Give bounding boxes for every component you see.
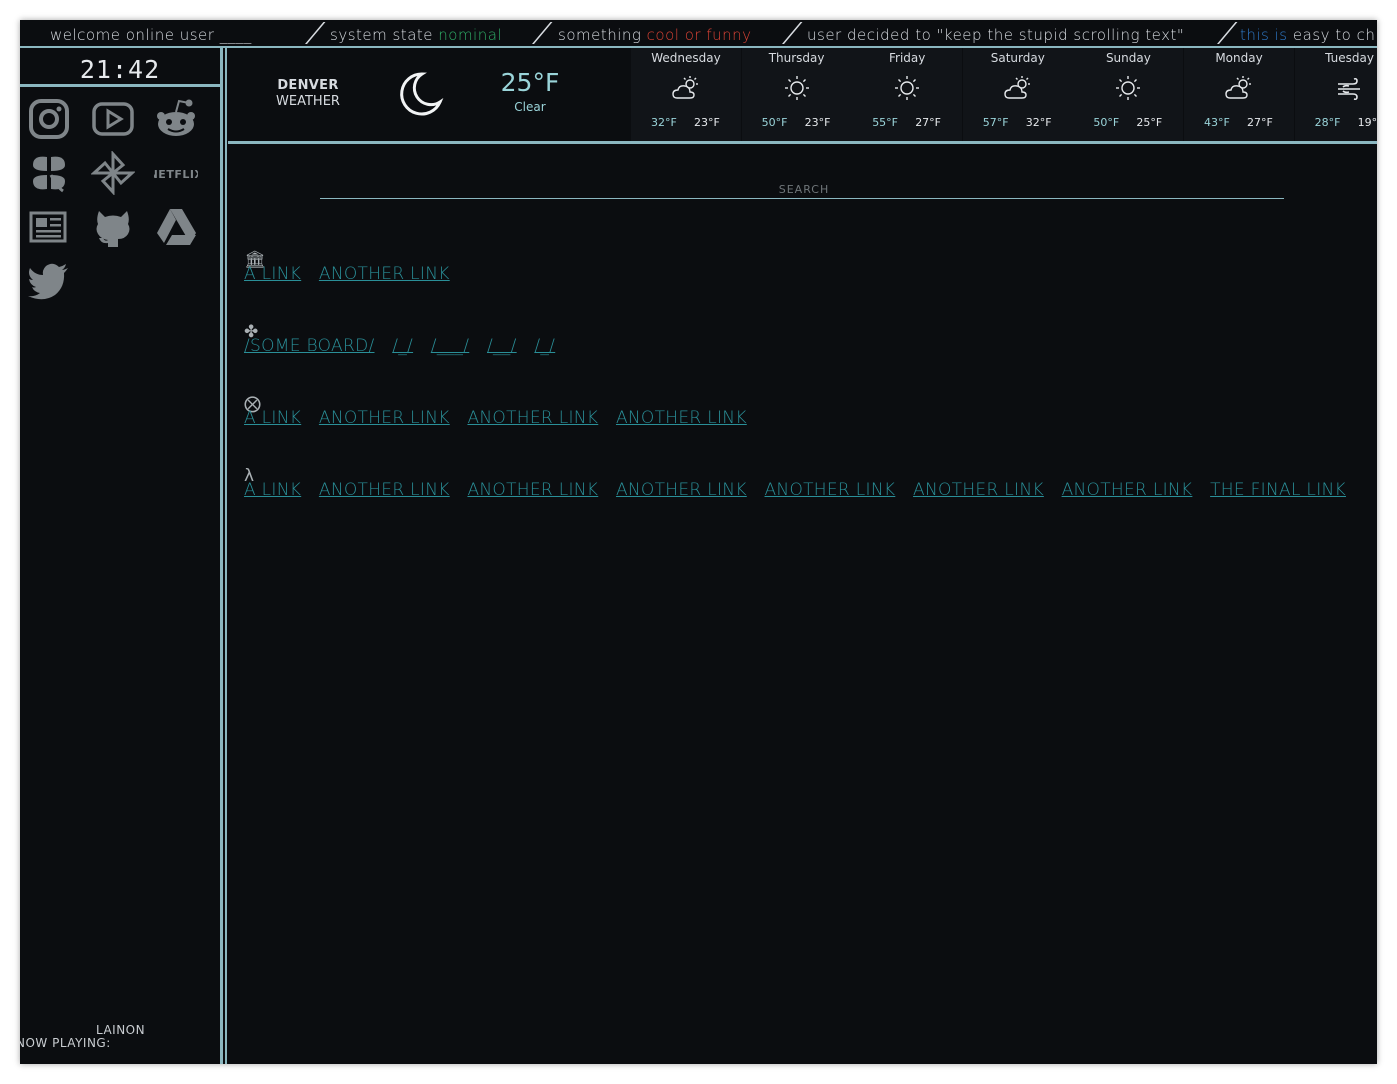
twitter-icon[interactable]: [27, 259, 71, 303]
current-temperature: 25°F: [500, 68, 560, 97]
bookmark-link[interactable]: ANOTHER LINK: [913, 480, 1044, 500]
netflix-icon[interactable]: NETFLIX: [154, 151, 198, 195]
ticker-separator: [1217, 22, 1238, 44]
svg-text:NETFLIX: NETFLIX: [154, 168, 198, 181]
forecast-day-name: Thursday: [768, 51, 825, 65]
sidebar: 21:42 NETFLIX LAINON NOW PLAYING:: [20, 48, 220, 1064]
clock: 21:42: [79, 55, 161, 84]
forecast-day-name: Tuesday: [1325, 51, 1374, 65]
weather-city: DENVER: [277, 78, 339, 93]
ticker-separator: [532, 22, 553, 44]
sun-icon: [1113, 74, 1143, 102]
pinwheel-icon[interactable]: [91, 151, 135, 195]
github-icon[interactable]: [91, 205, 135, 249]
bookmark-link[interactable]: A LINK: [244, 408, 301, 428]
bookmark-link[interactable]: ANOTHER LINK: [467, 408, 598, 428]
bookmark-link[interactable]: ANOTHER LINK: [467, 480, 598, 500]
forecast-day: Friday 55°F 27°F: [852, 48, 963, 142]
forecast-high: 28°F: [1314, 116, 1341, 129]
reddit-icon[interactable]: [154, 97, 198, 141]
ticker-message: something cool or funny: [558, 26, 752, 44]
weather-widget: DENVER WEATHER 25°F Clear Wednesday 32°F 2…: [228, 48, 1377, 142]
link-list: /SOME BOARD/ /_/ /___/ /__/ /_/: [236, 334, 1376, 358]
partly-cloudy-icon: [671, 74, 701, 102]
forecast-day: Tuesday 28°F 19°F: [1294, 48, 1377, 142]
bookmark-link[interactable]: /_/: [534, 336, 555, 356]
wind-icon: [1335, 74, 1365, 102]
forecast-high: 50°F: [1093, 116, 1120, 129]
partly-cloudy-icon: [1003, 74, 1033, 102]
forecast-high: 43°F: [1204, 116, 1230, 129]
link-list: A LINK ANOTHER LINK ANOTHER LINK ANOTHER…: [236, 478, 1376, 502]
bookmark-link[interactable]: ANOTHER LINK: [765, 480, 896, 500]
bookmark-link[interactable]: THE FINAL LINK: [1210, 480, 1346, 500]
bookmark-link[interactable]: ANOTHER LINK: [319, 408, 450, 428]
bookmark-link[interactable]: /__/: [487, 336, 517, 356]
now-playing-label: NOW PLAYING:: [20, 1036, 111, 1050]
forecast-day: Thursday 50°F 23°F: [741, 48, 852, 142]
4chan-clover-icon[interactable]: [27, 151, 71, 195]
now-playing-title: LAINON: [96, 1023, 146, 1037]
forecast-high: 55°F: [872, 116, 899, 129]
main-panel: 🏛A LINK ANOTHER LINK ✤/SOME BOARD/ /_/ /…: [228, 144, 1377, 1064]
bookmark-link[interactable]: /_/: [392, 336, 413, 356]
link-list: A LINK ANOTHER LINK ANOTHER LINK ANOTHER…: [236, 406, 1376, 430]
bookmark-link[interactable]: ANOTHER LINK: [319, 264, 450, 284]
bookmark-link[interactable]: A LINK: [244, 480, 301, 500]
weather-location: DENVER WEATHER: [258, 78, 358, 110]
forecast-day-name: Wednesday: [651, 51, 721, 65]
bookmark-link[interactable]: ANOTHER LINK: [1062, 480, 1193, 500]
ticker-separator: [782, 22, 803, 44]
forecast-low: 32°F: [1025, 116, 1052, 129]
startpage-window: welcome online user ____ system state nom…: [20, 20, 1377, 1064]
forecast-low: 23°F: [804, 116, 831, 129]
forecast-low: 25°F: [1136, 116, 1163, 129]
forecast-high: 32°F: [651, 116, 677, 129]
sidebar-divider-inner: [225, 48, 227, 1064]
current-condition: Clear: [514, 100, 546, 114]
clock-divider: [20, 84, 220, 87]
forecast-day-name: Monday: [1215, 51, 1263, 65]
scrolling-ticker: welcome online user ____ system state nom…: [20, 20, 1377, 46]
ticker-message: system state nominal: [330, 26, 503, 44]
ticker-message: this is easy to ch: [1240, 26, 1376, 44]
ticker-separator: [305, 22, 326, 44]
instagram-icon[interactable]: [27, 97, 71, 141]
search-bar: [320, 178, 1288, 201]
moon-icon: [396, 70, 444, 118]
search-input[interactable]: [320, 178, 1288, 201]
forecast-day: Monday 43°F 27°F: [1184, 48, 1294, 142]
partly-cloudy-icon: [1224, 74, 1254, 102]
forecast-day: Wednesday 32°F 23°F: [631, 48, 741, 142]
bookmark-link[interactable]: /SOME BOARD/: [244, 336, 375, 356]
sidebar-divider: [220, 48, 223, 1064]
link-list: A LINK ANOTHER LINK: [236, 262, 1376, 286]
forecast-low: 23°F: [694, 116, 720, 129]
sun-icon: [782, 74, 812, 102]
forecast-low: 27°F: [915, 116, 942, 129]
youtube-icon[interactable]: [91, 97, 135, 141]
bookmark-link[interactable]: ANOTHER LINK: [616, 408, 747, 428]
google-drive-icon[interactable]: [154, 205, 198, 249]
bookmark-link[interactable]: ANOTHER LINK: [319, 480, 450, 500]
forecast-low: 19°F: [1357, 116, 1377, 129]
bookmark-link[interactable]: A LINK: [244, 264, 301, 284]
ticker-message: welcome online user ____: [50, 26, 252, 44]
bookmark-link[interactable]: /___/: [431, 336, 469, 356]
weather-label: WEATHER: [276, 94, 340, 109]
forecast-day-name: Sunday: [1105, 51, 1151, 65]
ticker-message: user decided to "keep the stupid scrolli…: [807, 26, 1185, 44]
forecast-day: Saturday 57°F 32°F: [962, 48, 1073, 142]
forecast-day: Sunday 50°F 25°F: [1073, 48, 1184, 142]
sun-icon: [892, 74, 922, 102]
forecast-day-name: Saturday: [990, 51, 1045, 65]
forecast-high: 57°F: [982, 116, 1009, 129]
forecast-day-name: Friday: [889, 51, 926, 65]
forecast-low: 27°F: [1247, 116, 1273, 129]
forecast-high: 50°F: [761, 116, 788, 129]
newspaper-icon[interactable]: [27, 205, 71, 249]
bookmark-link[interactable]: ANOTHER LINK: [616, 480, 747, 500]
